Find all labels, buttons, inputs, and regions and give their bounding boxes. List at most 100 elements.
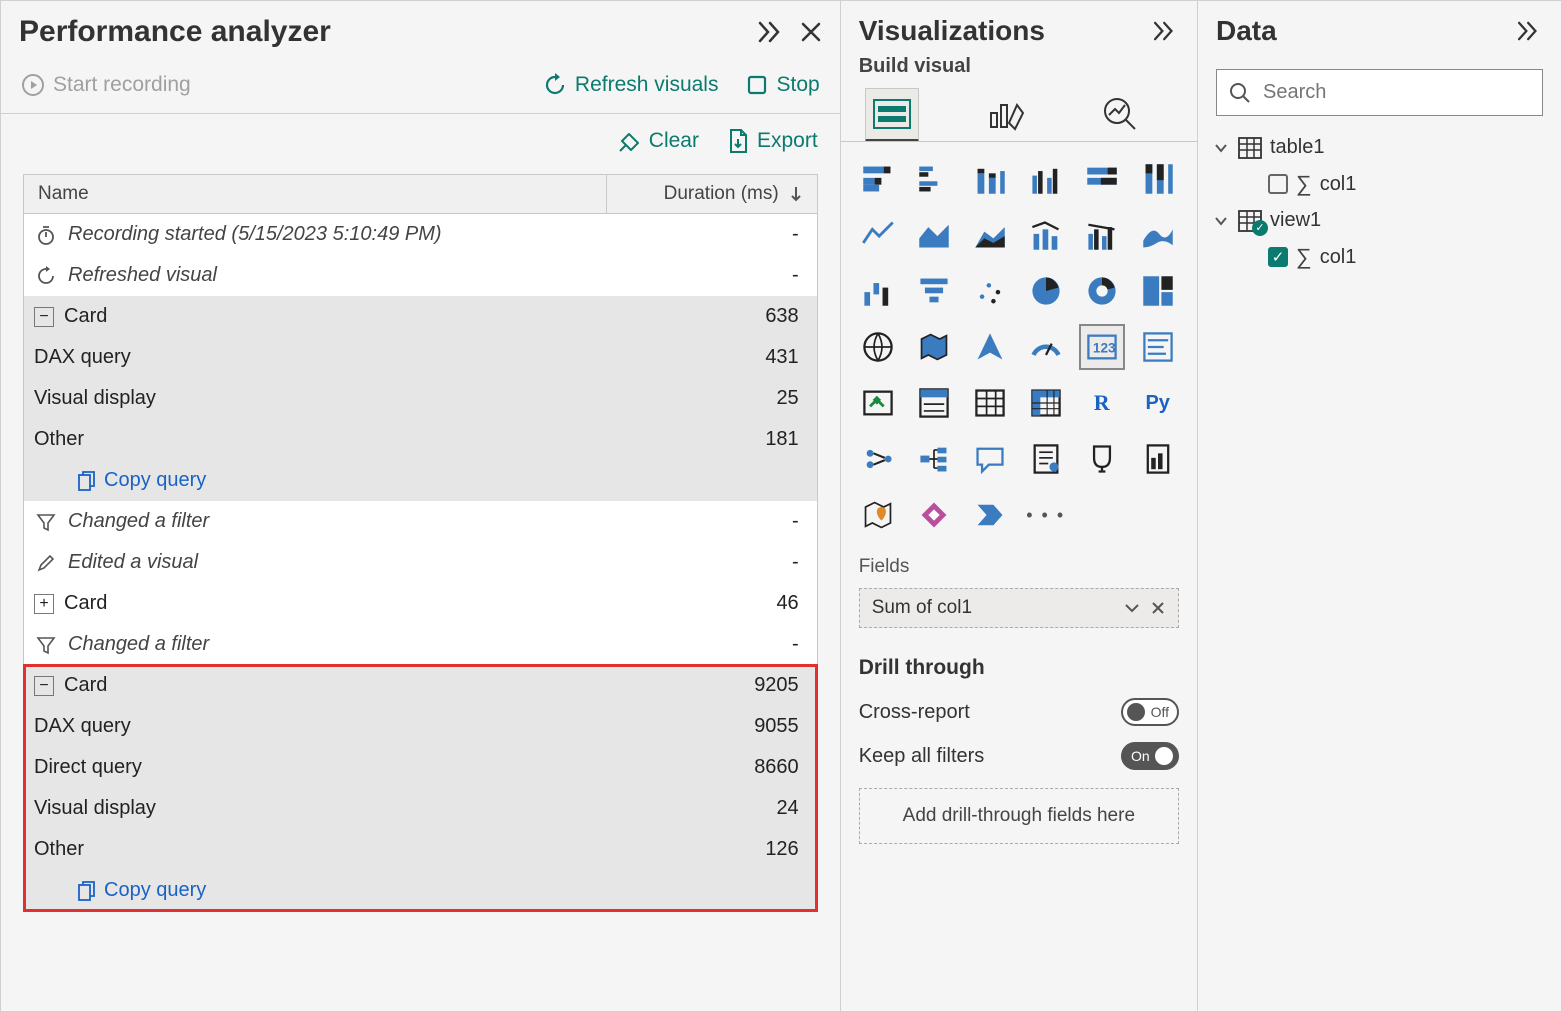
field-pill[interactable]: Sum of col1: [859, 588, 1179, 628]
table-row[interactable]: −Card 9205: [24, 665, 817, 706]
cross-report-label: Cross-report: [859, 701, 970, 724]
table-row[interactable]: Visual display24: [24, 788, 817, 829]
copy-query-link[interactable]: Copy query: [34, 879, 206, 902]
table-row[interactable]: Changed a filter -: [24, 501, 817, 542]
viz-donut[interactable]: [1081, 270, 1123, 312]
drill-through-dropzone[interactable]: Add drill-through fields here: [859, 788, 1179, 844]
viz-line-clustered-column[interactable]: [1081, 214, 1123, 256]
viz-table[interactable]: [969, 382, 1011, 424]
viz-scatter[interactable]: [969, 270, 1011, 312]
viz-title: Visualizations: [859, 15, 1045, 47]
viz-ribbon[interactable]: [1137, 214, 1179, 256]
viz-card[interactable]: 123: [1081, 326, 1123, 368]
viz-stacked-column-100[interactable]: [1137, 158, 1179, 200]
chevron-down-icon[interactable]: [1124, 602, 1140, 614]
table-row[interactable]: Other181: [24, 419, 817, 460]
viz-pie[interactable]: [1025, 270, 1067, 312]
close-icon[interactable]: [800, 21, 822, 43]
table-row[interactable]: Other126: [24, 829, 817, 870]
viz-paginated-report[interactable]: [1137, 438, 1179, 480]
viz-map[interactable]: [857, 326, 899, 368]
viz-power-automate[interactable]: [969, 494, 1011, 536]
search-input[interactable]: [1261, 80, 1530, 105]
table-row: Copy query: [24, 870, 817, 911]
viz-r[interactable]: R: [1081, 382, 1123, 424]
export-button[interactable]: Export: [727, 128, 818, 154]
viz-matrix[interactable]: [1025, 382, 1067, 424]
tree-view1[interactable]: ✓ view1: [1212, 203, 1547, 238]
viz-stacked-bar-100[interactable]: [1081, 158, 1123, 200]
keep-filters-toggle[interactable]: On: [1121, 742, 1179, 770]
copy-query-link[interactable]: Copy query: [34, 469, 206, 492]
table-row[interactable]: +Card 46: [24, 583, 817, 624]
viz-more[interactable]: • • •: [1025, 494, 1067, 536]
refresh-visuals-button[interactable]: Refresh visuals: [543, 73, 719, 97]
data-tree: table1 ∑ col1 ✓ view1 ✓ ∑ col1: [1198, 130, 1561, 276]
checkbox-unchecked[interactable]: [1268, 174, 1288, 194]
viz-filled-map[interactable]: [913, 326, 955, 368]
viz-slicer[interactable]: [913, 382, 955, 424]
perf-toolbar: Start recording Refresh visuals Stop: [1, 57, 840, 113]
table-row[interactable]: Edited a visual -: [24, 542, 817, 583]
viz-python[interactable]: Py: [1137, 382, 1179, 424]
tree-label: col1: [1320, 173, 1357, 196]
viz-decomposition-tree[interactable]: [913, 438, 955, 480]
expand-icon[interactable]: [758, 21, 786, 43]
viz-power-apps[interactable]: [913, 494, 955, 536]
search-box[interactable]: [1216, 69, 1543, 116]
tree-view1-col1[interactable]: ✓ ∑ col1: [1212, 238, 1547, 276]
viz-funnel[interactable]: [913, 270, 955, 312]
viz-clustered-column[interactable]: [1025, 158, 1067, 200]
chevron-down-icon[interactable]: [1212, 215, 1230, 227]
viz-stacked-column[interactable]: [969, 158, 1011, 200]
table-row[interactable]: Changed a filter -: [24, 624, 817, 665]
checkbox-checked[interactable]: ✓: [1268, 247, 1288, 267]
viz-subtitle: Build visual: [841, 55, 1197, 78]
tree-table1-col1[interactable]: ∑ col1: [1212, 165, 1547, 203]
col-name-header[interactable]: Name: [24, 175, 607, 213]
perf-subtoolbar: Clear Export: [1, 114, 840, 168]
viz-gauge[interactable]: [1025, 326, 1067, 368]
collapse-icon[interactable]: −: [34, 676, 54, 696]
expand-icon[interactable]: [1517, 21, 1543, 41]
build-visual-tab[interactable]: [865, 88, 919, 142]
viz-line[interactable]: [857, 214, 899, 256]
viz-key-influencers[interactable]: [857, 438, 899, 480]
table-row[interactable]: Recording started (5/15/2023 5:10:49 PM)…: [24, 214, 817, 255]
viz-stacked-bar[interactable]: [857, 158, 899, 200]
viz-clustered-bar[interactable]: [913, 158, 955, 200]
viz-stacked-area[interactable]: [969, 214, 1011, 256]
table-row[interactable]: −Card 638: [24, 296, 817, 337]
viz-kpi[interactable]: [857, 382, 899, 424]
format-visual-tab[interactable]: [979, 88, 1033, 142]
start-recording-button[interactable]: Start recording: [21, 73, 191, 97]
table-row[interactable]: Direct query8660: [24, 747, 817, 788]
viz-line-stacked-column[interactable]: [1025, 214, 1067, 256]
viz-qa[interactable]: [969, 438, 1011, 480]
collapse-icon[interactable]: −: [34, 307, 54, 327]
viz-azure-map[interactable]: [969, 326, 1011, 368]
viz-treemap[interactable]: [1137, 270, 1179, 312]
col-duration-header[interactable]: Duration (ms): [607, 175, 817, 213]
table-row[interactable]: Refreshed visual -: [24, 255, 817, 296]
perf-header-actions: [758, 21, 822, 43]
viz-waterfall[interactable]: [857, 270, 899, 312]
analytics-tab[interactable]: [1093, 88, 1147, 142]
viz-multi-row-card[interactable]: [1137, 326, 1179, 368]
tree-table1[interactable]: table1: [1212, 130, 1547, 165]
cross-report-toggle[interactable]: Off: [1121, 698, 1179, 726]
viz-narrative[interactable]: [1025, 438, 1067, 480]
chevron-down-icon[interactable]: [1212, 142, 1230, 154]
viz-arcgis-map[interactable]: [857, 494, 899, 536]
tree-label: table1: [1270, 136, 1325, 159]
expand-icon[interactable]: +: [34, 594, 54, 614]
table-row[interactable]: Visual display25: [24, 378, 817, 419]
clear-button[interactable]: Clear: [617, 128, 699, 154]
viz-goals[interactable]: [1081, 438, 1123, 480]
stop-button[interactable]: Stop: [746, 73, 819, 97]
remove-field-icon[interactable]: [1150, 600, 1166, 616]
expand-icon[interactable]: [1153, 21, 1179, 41]
table-row[interactable]: DAX query9055: [24, 706, 817, 747]
viz-area[interactable]: [913, 214, 955, 256]
table-row[interactable]: DAX query431: [24, 337, 817, 378]
